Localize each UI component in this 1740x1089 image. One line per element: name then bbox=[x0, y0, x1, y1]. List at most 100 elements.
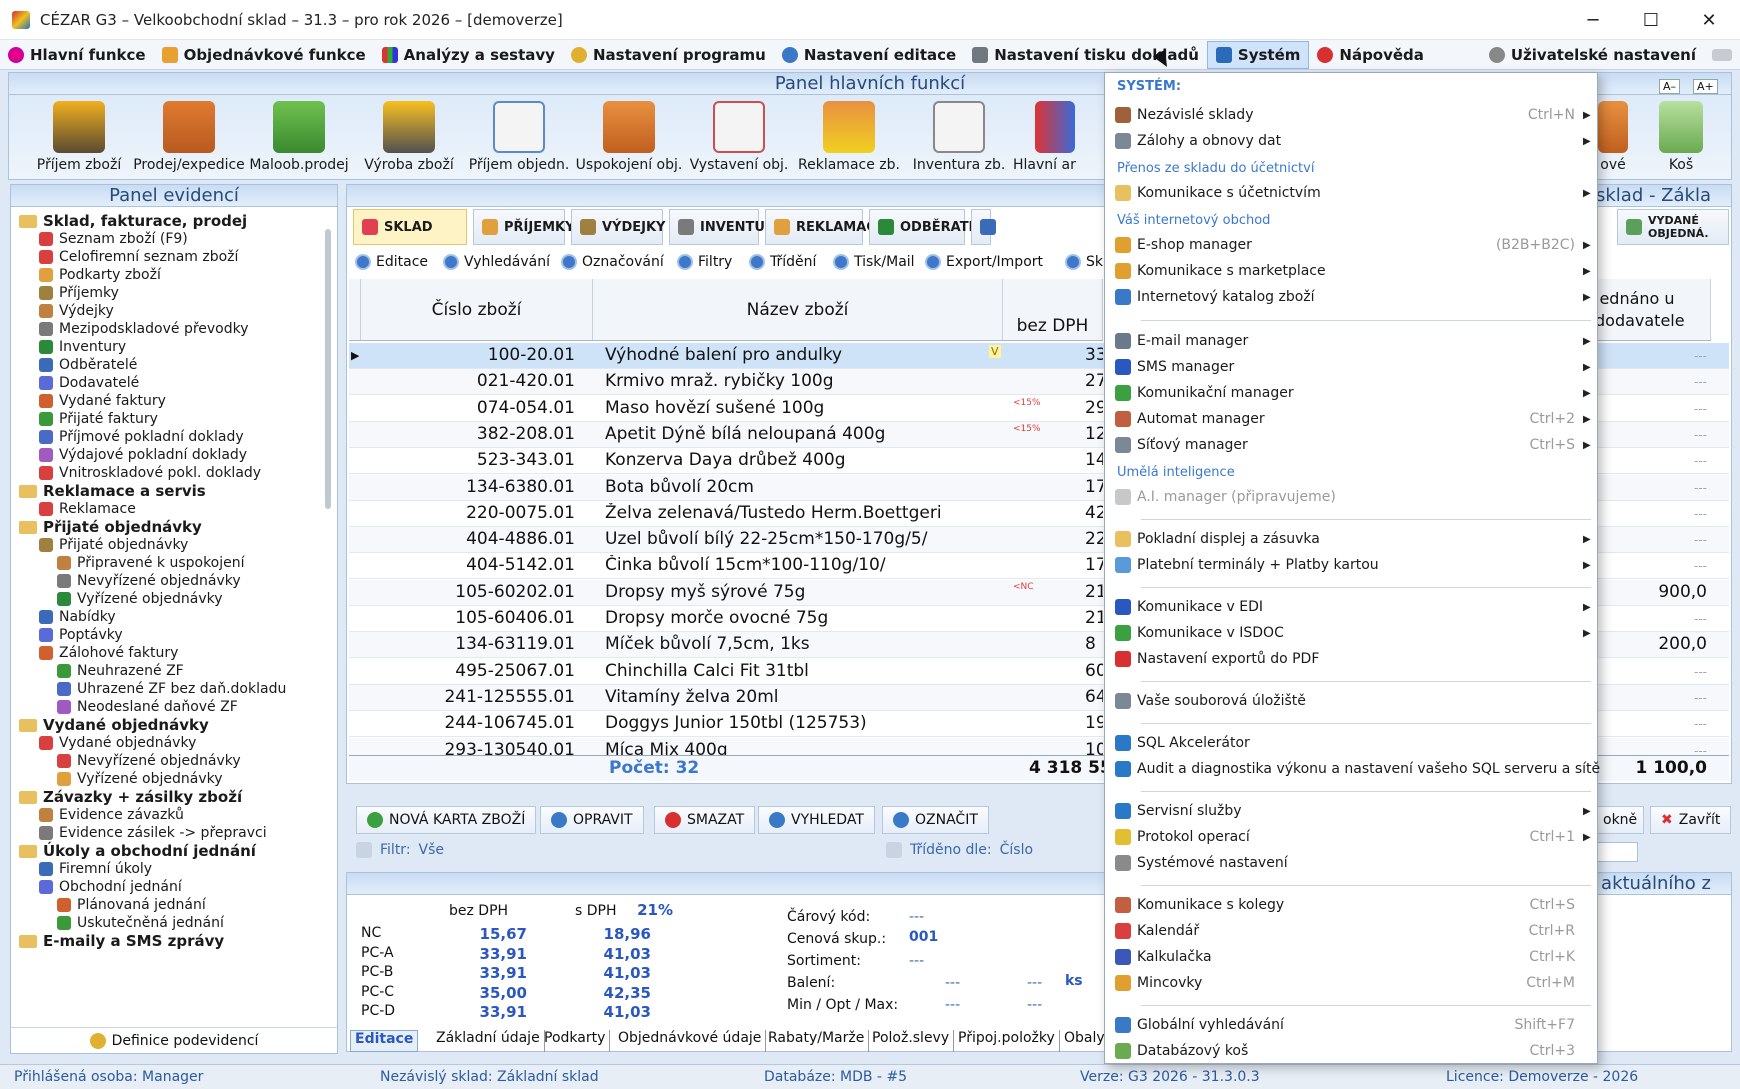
new-goods-card-button[interactable]: NOVÁ KARTA ZBOŽÍ bbox=[356, 806, 537, 834]
menu-system[interactable]: Systém bbox=[1206, 40, 1310, 69]
menu-item-ser[interactable]: Servisní služby ▶ bbox=[1109, 799, 1593, 823]
menu-order-functions[interactable]: Objednávkové funkce bbox=[154, 41, 374, 69]
maximize-button[interactable]: ☐ bbox=[1622, 0, 1680, 40]
menu-item-isd[interactable]: Komunikace v ISDOC ▶ bbox=[1109, 621, 1593, 645]
tab-3[interactable]: INVENTUR. bbox=[669, 209, 780, 245]
detail-tab-6[interactable]: Připoj.položky bbox=[954, 1030, 1060, 1052]
tree-item[interactable]: Přijaté objednávky bbox=[39, 535, 188, 555]
inventory-button[interactable]: Inventura zb. bbox=[903, 97, 1015, 181]
column-header-code[interactable]: Číslo zboží bbox=[361, 279, 593, 341]
tree-item[interactable]: Odběratelé bbox=[39, 355, 137, 375]
tree-item[interactable]: Podkarty zboží bbox=[39, 265, 161, 285]
tree-item[interactable]: Vydané faktury bbox=[39, 391, 166, 411]
tab-2[interactable]: VÝDEJKY bbox=[571, 209, 665, 245]
tree-item[interactable]: Uskutečněná jednání bbox=[57, 913, 224, 933]
menu-program-settings[interactable]: Nastavení programu bbox=[563, 41, 774, 69]
tree-item[interactable]: Evidence zásilek -> přepravci bbox=[39, 823, 267, 843]
tree-item[interactable]: Vyřízené objednávky bbox=[57, 589, 223, 609]
toolbar-item-5[interactable]: Tisk/Mail bbox=[833, 251, 915, 273]
menu-user-settings[interactable]: Uživatelské nastavení bbox=[1481, 41, 1704, 69]
menu-item-kat[interactable]: Internetový katalog zboží ▶ bbox=[1109, 285, 1593, 309]
tree-item[interactable]: Dodavatelé bbox=[39, 373, 139, 393]
tab-1[interactable]: PŘÍJEMKY bbox=[473, 209, 575, 245]
window-button-partial[interactable]: okně bbox=[1596, 806, 1645, 834]
tree-item[interactable]: Výdajové pokladní doklady bbox=[39, 445, 247, 465]
tree-item[interactable]: Seznam zboží (F9) bbox=[39, 229, 188, 249]
column-header-supplier[interactable]: jednáno u dodavatele bbox=[1595, 279, 1711, 341]
production-button[interactable]: Výroba zboží bbox=[353, 97, 465, 181]
define-subevidence-button[interactable]: Definice podevidencí bbox=[11, 1027, 337, 1053]
tree-scrollbar[interactable] bbox=[325, 229, 331, 509]
menu-item-kom[interactable]: Komunikační manager ▶ bbox=[1109, 381, 1593, 405]
font-smaller-button[interactable]: A– bbox=[1659, 79, 1681, 94]
menu-item-kak[interactable]: Kalkulačka Ctrl+K bbox=[1109, 945, 1593, 969]
menu-item-mkp[interactable]: Komunikace s marketplace ▶ bbox=[1109, 259, 1593, 283]
menu-item-eml[interactable]: E-mail manager ▶ bbox=[1109, 329, 1593, 353]
detail-tab-2[interactable]: Podkarty bbox=[540, 1030, 611, 1052]
trash-button[interactable]: Koš bbox=[1641, 97, 1721, 181]
tree-item[interactable]: Nevyřízené objednávky bbox=[57, 571, 241, 591]
detail-tab-7[interactable]: Obaly bbox=[1060, 1030, 1110, 1052]
detail-tab-4[interactable]: Rabaty/Marže bbox=[764, 1030, 870, 1052]
menu-analyses[interactable]: Analýzy a sestavy bbox=[374, 41, 563, 69]
tree-item[interactable]: Příjmové pokladní doklady bbox=[39, 427, 244, 447]
toolbar-item-7[interactable]: Sk bbox=[1065, 251, 1103, 273]
menu-item-uct[interactable]: Komunikace s účetnictvím ▶ bbox=[1109, 181, 1593, 205]
detail-tab-5[interactable]: Polož.slevy bbox=[868, 1030, 955, 1052]
menu-item-dbk[interactable]: Databázový koš Ctrl+3 bbox=[1109, 1039, 1593, 1063]
toolbar-item-2[interactable]: Označování bbox=[561, 251, 664, 273]
menu-help[interactable]: Nápověda bbox=[1309, 41, 1432, 69]
menu-item-pdf[interactable]: Nastavení exportů do PDF bbox=[1109, 647, 1593, 671]
quick-search-input[interactable] bbox=[1596, 842, 1638, 862]
close-button[interactable]: ✕ bbox=[1680, 0, 1738, 40]
menu-item-sou[interactable]: Vaše souborová úložiště bbox=[1109, 689, 1593, 713]
tab-issued-orders[interactable]: VYDANÉ OBJEDNÁ. bbox=[1617, 209, 1729, 245]
tree-item[interactable]: Nabídky bbox=[39, 607, 116, 627]
toolbar-item-4[interactable]: Třídění bbox=[749, 251, 816, 273]
tree-item[interactable]: Plánovaná jednání bbox=[57, 895, 206, 915]
menu-main-functions[interactable]: Hlavní funkce bbox=[0, 41, 154, 69]
edit-button[interactable]: OPRAVIT bbox=[540, 806, 644, 834]
tree-item[interactable]: Přijaté faktury bbox=[39, 409, 158, 429]
toolbar-item-1[interactable]: Vyhledávání bbox=[443, 251, 550, 273]
tree-group[interactable]: Vydané objednávky bbox=[19, 715, 209, 735]
tree-group[interactable]: Úkoly a obchodní jednání bbox=[19, 841, 256, 861]
menu-item-pro[interactable]: Protokol operací Ctrl+1 ▶ bbox=[1109, 825, 1593, 849]
detail-tab-3[interactable]: Objednávkové údaje bbox=[614, 1030, 767, 1052]
menu-item-aut[interactable]: Automat manager Ctrl+2 ▶ bbox=[1109, 407, 1593, 431]
tree-item[interactable]: Neuhrazené ZF bbox=[57, 661, 184, 681]
tree-group[interactable]: Sklad, fakturace, prodej bbox=[19, 211, 247, 231]
tree-item[interactable]: Neodeslané daňové ZF bbox=[57, 697, 238, 717]
menu-edit-settings[interactable]: Nastavení editace bbox=[774, 41, 964, 69]
tab-6[interactable] bbox=[971, 209, 996, 245]
tree-item[interactable]: Zálohové faktury bbox=[39, 643, 178, 663]
complaint-button[interactable]: Reklamace zb. bbox=[793, 97, 905, 181]
tree-item[interactable]: Příjemky bbox=[39, 283, 119, 303]
delete-button[interactable]: SMAZAT bbox=[654, 806, 756, 834]
menu-item-sql[interactable]: SQL Akcelerátor bbox=[1109, 731, 1593, 755]
menu-item-pok[interactable]: Pokladní displej a zásuvka ▶ bbox=[1109, 527, 1593, 551]
tab-5[interactable]: ODBĚRATE. bbox=[869, 209, 982, 245]
menu-item-esh[interactable]: E-shop manager (B2B+B2C) ▶ bbox=[1109, 233, 1593, 257]
receive-order-button[interactable]: Příjem objedn. bbox=[463, 97, 575, 181]
toolbar-item-0[interactable]: Editace bbox=[355, 251, 428, 273]
receive-goods-button[interactable]: Příjem zboží bbox=[23, 97, 135, 181]
menu-item-zal[interactable]: Zálohy a obnovy dat ▶ bbox=[1109, 129, 1593, 153]
issue-order-button[interactable]: Vystavení obj. bbox=[683, 97, 795, 181]
toolbar-item-6[interactable]: Export/Import bbox=[925, 251, 1043, 273]
filter-info[interactable]: Filtr: Vše bbox=[356, 842, 444, 858]
tree-item[interactable]: Výdejky bbox=[39, 301, 114, 321]
menu-item-kal[interactable]: Kalendář Ctrl+R bbox=[1109, 919, 1593, 943]
tree-item[interactable]: Celofiremní seznam zboží bbox=[39, 247, 238, 267]
mark-button[interactable]: OZNAČIT bbox=[882, 806, 989, 834]
main-archive-button[interactable]: Hlavní ar bbox=[1013, 97, 1103, 181]
tree-item[interactable]: Vyřízené objednávky bbox=[57, 769, 223, 789]
fulfill-order-button[interactable]: Uspokojení obj. bbox=[573, 97, 685, 181]
tree-item[interactable]: Evidence závazků bbox=[39, 805, 184, 825]
menu-item-sms[interactable]: SMS manager ▶ bbox=[1109, 355, 1593, 379]
column-header-name[interactable]: Název zboží bbox=[593, 279, 1003, 341]
tab-0[interactable]: SKLAD bbox=[353, 209, 467, 245]
tree-item[interactable]: Reklamace bbox=[39, 499, 136, 519]
menu-item-glo[interactable]: Globální vyhledávání Shift+F7 bbox=[1109, 1013, 1593, 1037]
font-bigger-button[interactable]: A+ bbox=[1693, 79, 1718, 94]
